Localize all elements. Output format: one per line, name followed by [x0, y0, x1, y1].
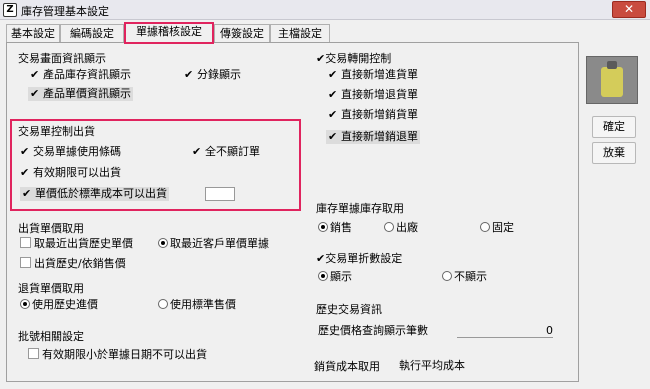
checkbox-icon: [28, 348, 39, 359]
check-below-cost-ship[interactable]: ✔ 單價低於標準成本可以出貨: [20, 187, 169, 201]
radio-recent-customer-price[interactable]: 取最近客戶單價單據: [158, 237, 269, 251]
below-cost-input[interactable]: [205, 187, 235, 201]
radio-sale[interactable]: 銷售: [318, 221, 352, 235]
check-icon: ✔: [328, 130, 338, 143]
section-title-display: 交易畫面資訊顯示: [18, 52, 106, 65]
cost-label: 銷貨成本取用: [314, 360, 380, 373]
check-icon: ✔: [328, 88, 338, 101]
radio-factory[interactable]: 出廠: [384, 221, 418, 235]
section-title-return: 退貨單價取用: [18, 282, 84, 295]
check-hide-orders[interactable]: ✔ 全不顯訂單: [192, 145, 260, 159]
tab-master[interactable]: 主檔設定: [270, 24, 330, 43]
title-bar: Z 庫存管理基本設定 ✕: [0, 0, 650, 20]
radio-icon: [158, 299, 168, 309]
cancel-button[interactable]: 放棄: [592, 142, 636, 164]
radio-show[interactable]: 顯示: [318, 270, 352, 284]
section-title-batch: 批號相關設定: [18, 330, 84, 343]
check-icon: ✔: [316, 252, 326, 265]
check-barcode[interactable]: ✔ 交易單據使用條碼: [20, 145, 121, 159]
tab-encoding[interactable]: 編碼設定: [60, 24, 124, 43]
check-icon: ✔: [22, 187, 32, 200]
radio-icon: [480, 222, 490, 232]
section-title-inventory-source: 庫存單據庫存取用: [316, 202, 404, 215]
radio-icon: [20, 299, 30, 309]
radio-standard-price[interactable]: 使用標準售價: [158, 298, 236, 312]
radio-icon: [384, 222, 394, 232]
check-icon: ✔: [328, 108, 338, 121]
check-new-sales[interactable]: ✔ 直接新增銷貨單: [328, 108, 418, 122]
radio-icon: [158, 238, 168, 248]
check-entry-display[interactable]: ✔ 分錄顯示: [184, 68, 241, 82]
check-price-info[interactable]: ✔ 產品單價資訊顯示: [28, 87, 133, 101]
radio-fixed[interactable]: 固定: [480, 221, 514, 235]
radio-icon: [442, 271, 452, 281]
check-icon: ✔: [20, 145, 30, 158]
radio-history-cost[interactable]: 使用歷史進價: [20, 298, 98, 312]
check-new-purchase[interactable]: ✔ 直接新增進貨單: [328, 68, 418, 82]
section-title-sale-control: 交易單控制出貨: [18, 125, 95, 138]
checkbox-icon: [20, 237, 31, 248]
radio-icon: [318, 271, 328, 281]
radio-hide[interactable]: 不顯示: [442, 270, 487, 284]
section-title-link: ✔交易轉開控制: [316, 52, 392, 65]
check-recent-ship-price[interactable]: 取最近出貨歷史單價: [20, 237, 133, 251]
confirm-button[interactable]: 確定: [592, 116, 636, 138]
checkbox-icon: [20, 257, 31, 268]
check-ship-history-sale[interactable]: 出貨歷史/依銷售價: [20, 257, 126, 271]
close-button[interactable]: ✕: [612, 1, 646, 18]
app-icon: Z: [3, 3, 17, 17]
check-expiry-block[interactable]: 有效期限小於單據日期不可以出貨: [28, 348, 207, 362]
check-icon: ✔: [20, 166, 30, 179]
check-icon: ✔: [30, 87, 40, 100]
check-icon: ✔: [192, 145, 202, 158]
section-title-discount: ✔交易單折數設定: [316, 252, 403, 265]
cost-select[interactable]: 執行平均成本: [396, 358, 576, 376]
check-icon: ✔: [184, 68, 194, 81]
check-stock-info[interactable]: ✔ 產品庫存資訊顯示: [30, 68, 131, 82]
check-expiry-ship[interactable]: ✔ 有效期限可以出貨: [20, 166, 121, 180]
history-count-label: 歷史價格查詢顯示筆數: [318, 324, 428, 337]
check-icon: ✔: [316, 52, 326, 65]
section-title-ship: 出貨單價取用: [18, 222, 84, 235]
history-count-input[interactable]: 0: [457, 324, 553, 338]
tab-signing[interactable]: 傳簽設定: [214, 24, 270, 43]
tab-audit[interactable]: 單據稽核設定: [124, 22, 214, 44]
window-title: 庫存管理基本設定: [21, 5, 109, 18]
traffic-light-icon: [586, 56, 638, 104]
section-title-history: 歷史交易資訊: [316, 303, 382, 316]
check-new-sales-return[interactable]: ✔ 直接新增銷退單: [326, 130, 420, 144]
check-icon: ✔: [328, 68, 338, 81]
check-new-return[interactable]: ✔ 直接新增退貨單: [328, 88, 418, 102]
check-icon: ✔: [30, 68, 40, 81]
radio-icon: [318, 222, 328, 232]
tab-basic[interactable]: 基本設定: [6, 24, 60, 43]
